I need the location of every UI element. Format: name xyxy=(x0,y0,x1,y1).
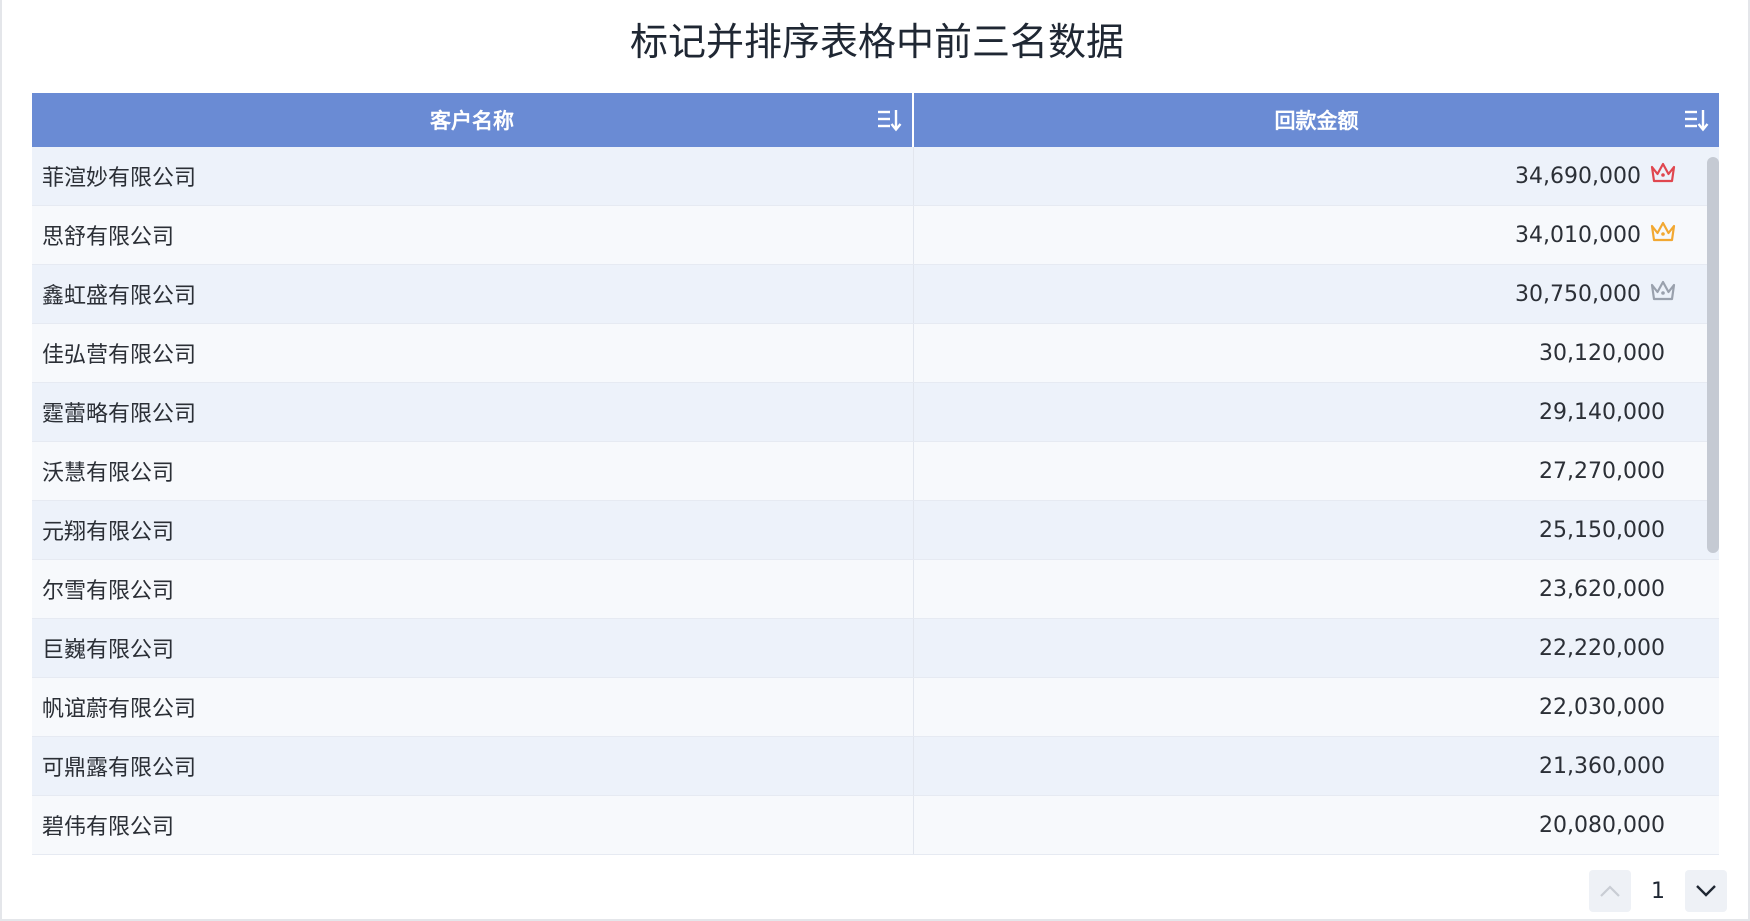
pagination: 1 xyxy=(1589,870,1727,912)
table-body[interactable]: 菲渲妙有限公司 34,690,000 思舒有限公司 34,010,000 鑫虹盛有限公司… xyxy=(32,147,1719,855)
chevron-down-icon xyxy=(1696,885,1716,897)
customer-name-cell: 元翔有限公司 xyxy=(32,501,914,559)
table-row[interactable]: 思舒有限公司 34,010,000 xyxy=(32,206,1719,265)
table-row[interactable]: 菲渲妙有限公司 34,690,000 xyxy=(32,147,1719,206)
column-header-payment-amount[interactable]: 回款金额 xyxy=(914,93,1719,147)
crown-icon xyxy=(1650,221,1676,242)
payment-amount-value: 34,690,000 xyxy=(1515,163,1641,189)
sort-icon[interactable] xyxy=(1683,108,1709,132)
table-row[interactable]: 鑫虹盛有限公司 30,750,000 xyxy=(32,265,1719,324)
customer-name-cell: 沃慧有限公司 xyxy=(32,442,914,500)
customer-name-cell: 可鼎露有限公司 xyxy=(32,737,914,795)
page-prev-button[interactable] xyxy=(1589,870,1631,912)
page-title: 标记并排序表格中前三名数据 xyxy=(629,20,1124,64)
vertical-scrollbar[interactable] xyxy=(1707,157,1719,553)
table-row[interactable]: 巨巍有限公司 22,220,000 xyxy=(32,619,1719,678)
table-row[interactable]: 霆蕾略有限公司 29,140,000 xyxy=(32,383,1719,442)
customer-name-cell: 帆谊蔚有限公司 xyxy=(32,678,914,736)
sort-icon[interactable] xyxy=(876,108,902,132)
page-next-button[interactable] xyxy=(1685,870,1727,912)
page-number: 1 xyxy=(1651,878,1665,904)
table-row[interactable]: 可鼎露有限公司 21,360,000 xyxy=(32,737,1719,796)
payment-amount-cell: 22,030,000 xyxy=(914,678,1719,736)
payment-amount-cell: 34,010,000 xyxy=(914,206,1719,264)
payment-amount-value: 20,080,000 xyxy=(1539,812,1665,838)
payment-amount-cell: 23,620,000 xyxy=(914,560,1719,618)
dashboard-panel: 标记并排序表格中前三名数据 客户名称 回款金额 菲渲妙有限公司 34,690,0… xyxy=(0,0,1750,921)
table-row[interactable]: 沃慧有限公司 27,270,000 xyxy=(32,442,1719,501)
payment-amount-value: 29,140,000 xyxy=(1539,399,1665,425)
customer-name-cell: 碧伟有限公司 xyxy=(32,796,914,854)
table-header: 客户名称 回款金额 xyxy=(32,93,1719,147)
payment-amount-cell: 22,220,000 xyxy=(914,619,1719,677)
payment-amount-cell: 25,150,000 xyxy=(914,501,1719,559)
payment-amount-cell: 20,080,000 xyxy=(914,796,1719,854)
customer-name-cell: 佳弘营有限公司 xyxy=(32,324,914,382)
customer-name-cell: 鑫虹盛有限公司 xyxy=(32,265,914,323)
payment-amount-value: 23,620,000 xyxy=(1539,576,1665,602)
payment-amount-value: 25,150,000 xyxy=(1539,517,1665,543)
column-header-customer-name[interactable]: 客户名称 xyxy=(32,93,914,147)
table-row[interactable]: 元翔有限公司 25,150,000 xyxy=(32,501,1719,560)
customer-name-cell: 尔雪有限公司 xyxy=(32,560,914,618)
chevron-up-icon xyxy=(1600,885,1620,897)
payment-amount-cell: 27,270,000 xyxy=(914,442,1719,500)
payment-amount-value: 27,270,000 xyxy=(1539,458,1665,484)
payment-amount-cell: 34,690,000 xyxy=(914,147,1719,205)
column-header-label: 客户名称 xyxy=(430,109,514,133)
column-header-label: 回款金额 xyxy=(1274,109,1359,133)
payment-amount-cell: 21,360,000 xyxy=(914,737,1719,795)
table-row[interactable]: 碧伟有限公司 20,080,000 xyxy=(32,796,1719,855)
customer-name-cell: 霆蕾略有限公司 xyxy=(32,383,914,441)
payment-amount-value: 21,360,000 xyxy=(1539,753,1665,779)
payment-amount-value: 30,750,000 xyxy=(1515,281,1641,307)
payment-amount-value: 34,010,000 xyxy=(1515,222,1641,248)
table-row[interactable]: 帆谊蔚有限公司 22,030,000 xyxy=(32,678,1719,737)
payment-amount-value: 22,220,000 xyxy=(1539,635,1665,661)
crown-icon xyxy=(1650,162,1676,183)
crown-icon xyxy=(1650,280,1676,301)
payment-amount-cell: 30,120,000 xyxy=(914,324,1719,382)
customer-name-cell: 菲渲妙有限公司 xyxy=(32,147,914,205)
table-row[interactable]: 佳弘营有限公司 30,120,000 xyxy=(32,324,1719,383)
table-row[interactable]: 尔雪有限公司 23,620,000 xyxy=(32,560,1719,619)
customer-name-cell: 思舒有限公司 xyxy=(32,206,914,264)
payment-amount-value: 22,030,000 xyxy=(1539,694,1665,720)
payment-amount-cell: 30,750,000 xyxy=(914,265,1719,323)
payment-amount-cell: 29,140,000 xyxy=(914,383,1719,441)
payment-amount-value: 30,120,000 xyxy=(1539,340,1665,366)
table-rows: 菲渲妙有限公司 34,690,000 思舒有限公司 34,010,000 鑫虹盛有限公司… xyxy=(32,147,1719,855)
data-table: 客户名称 回款金额 菲渲妙有限公司 34,690,000 思舒有限公司 34,0… xyxy=(32,93,1719,855)
customer-name-cell: 巨巍有限公司 xyxy=(32,619,914,677)
